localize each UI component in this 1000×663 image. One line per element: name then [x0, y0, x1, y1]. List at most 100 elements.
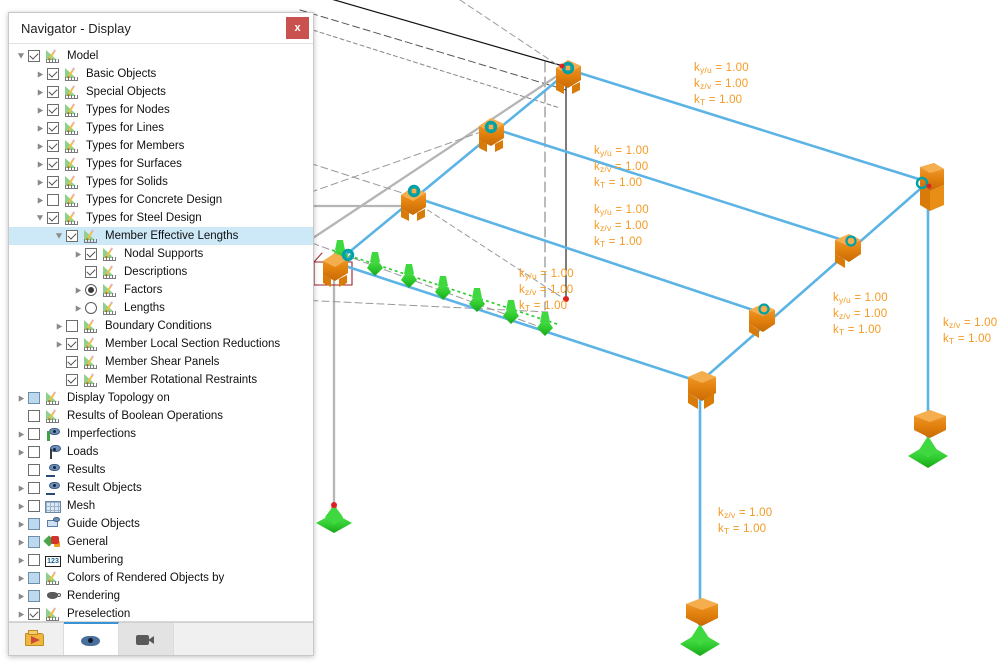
checkbox[interactable]: [28, 392, 40, 404]
tree-item-imperfections[interactable]: ►Imperfections: [9, 425, 313, 443]
chevron-right-icon[interactable]: ►: [72, 299, 85, 317]
chevron-down-icon[interactable]: ►: [34, 209, 47, 227]
checkbox[interactable]: [47, 68, 59, 80]
tree-item-results[interactable]: Results: [9, 461, 313, 479]
checkbox[interactable]: [66, 338, 78, 350]
chevron-right-icon[interactable]: ►: [15, 605, 28, 622]
checkbox[interactable]: [28, 590, 40, 602]
tree-item-descriptions[interactable]: Descriptions: [9, 263, 313, 281]
tree-item-model[interactable]: ►Model: [9, 47, 313, 65]
tree-item-loads[interactable]: ►Loads: [9, 443, 313, 461]
chevron-right-icon[interactable]: ►: [15, 389, 28, 407]
chevron-right-icon[interactable]: ►: [15, 443, 28, 461]
tree-item-types-for-concrete-design[interactable]: ►Types for Concrete Design: [9, 191, 313, 209]
checkbox[interactable]: [28, 446, 40, 458]
chevron-right-icon[interactable]: ►: [72, 281, 85, 299]
tree-item-boundary-conditions[interactable]: ►Boundary Conditions: [9, 317, 313, 335]
chevron-right-icon[interactable]: ►: [34, 191, 47, 209]
chevron-right-icon[interactable]: ►: [53, 317, 66, 335]
chevron-right-icon[interactable]: ►: [34, 155, 47, 173]
chevron-right-icon[interactable]: ►: [15, 533, 28, 551]
tree-item-general[interactable]: ►General: [9, 533, 313, 551]
navigator-tab-strip[interactable]: [9, 622, 313, 655]
chevron-right-icon[interactable]: ►: [15, 515, 28, 533]
tree-item-member-effective-lengths[interactable]: ►Member Effective Lengths: [9, 227, 313, 245]
chevron-right-icon[interactable]: ►: [15, 497, 28, 515]
tree-item-numbering[interactable]: ►123Numbering: [9, 551, 313, 569]
chevron-right-icon[interactable]: ►: [34, 119, 47, 137]
chevron-right-icon[interactable]: ►: [15, 425, 28, 443]
tree-item-preselection[interactable]: ►Preselection: [9, 605, 313, 622]
close-icon[interactable]: x: [286, 17, 309, 39]
chevron-right-icon[interactable]: ►: [15, 569, 28, 587]
chevron-right-icon[interactable]: ►: [34, 83, 47, 101]
tree-item-lengths[interactable]: ►Lengths: [9, 299, 313, 317]
checkbox[interactable]: [47, 140, 59, 152]
radio-button[interactable]: [85, 302, 97, 314]
annotation-subscript: y/u: [600, 148, 612, 158]
checkbox[interactable]: [28, 536, 40, 548]
checkbox[interactable]: [47, 86, 59, 98]
tree-item-member-rotational-restraints[interactable]: Member Rotational Restraints: [9, 371, 313, 389]
chevron-right-icon[interactable]: ►: [34, 173, 47, 191]
chevron-right-icon[interactable]: ►: [15, 479, 28, 497]
tree-item-guide-objects[interactable]: ►Guide Objects: [9, 515, 313, 533]
checkbox[interactable]: [47, 176, 59, 188]
tree-item-types-for-members[interactable]: ►Types for Members: [9, 137, 313, 155]
checkbox[interactable]: [85, 248, 97, 260]
tree-item-result-objects[interactable]: ►Result Objects: [9, 479, 313, 497]
checkbox[interactable]: [28, 464, 40, 476]
radio-button[interactable]: [85, 284, 97, 296]
tree-item-special-objects[interactable]: ►Special Objects: [9, 83, 313, 101]
checkbox[interactable]: [28, 608, 40, 620]
tree-item-types-for-steel-design[interactable]: ►Types for Steel Design: [9, 209, 313, 227]
tree-item-member-shear-panels[interactable]: Member Shear Panels: [9, 353, 313, 371]
tree-item-display-topology-on[interactable]: ►Display Topology on: [9, 389, 313, 407]
checkbox[interactable]: [47, 158, 59, 170]
checkbox[interactable]: [28, 572, 40, 584]
checkbox[interactable]: [47, 104, 59, 116]
checkbox[interactable]: [28, 518, 40, 530]
checkbox[interactable]: [28, 554, 40, 566]
chevron-right-icon[interactable]: ►: [34, 65, 47, 83]
chevron-right-icon[interactable]: ►: [34, 101, 47, 119]
tree-item-basic-objects[interactable]: ►Basic Objects: [9, 65, 313, 83]
navigator-display-dialog[interactable]: Navigator - Display x ►Model►Basic Objec…: [8, 12, 314, 656]
checkbox[interactable]: [66, 356, 78, 368]
checkbox[interactable]: [47, 122, 59, 134]
checkbox[interactable]: [66, 320, 78, 332]
checkbox[interactable]: [47, 212, 59, 224]
tree-item-colors-of-rendered-objects-by[interactable]: ►Colors of Rendered Objects by: [9, 569, 313, 587]
tree-item-member-local-section-reductions[interactable]: ►Member Local Section Reductions: [9, 335, 313, 353]
checkbox[interactable]: [28, 428, 40, 440]
chevron-right-icon[interactable]: ►: [15, 587, 28, 605]
tree-item-factors[interactable]: ►Factors: [9, 281, 313, 299]
tree-item-results-of-boolean-operations[interactable]: Results of Boolean Operations: [9, 407, 313, 425]
checkbox[interactable]: [66, 374, 78, 386]
tree-item-types-for-solids[interactable]: ►Types for Solids: [9, 173, 313, 191]
checkbox[interactable]: [28, 50, 40, 62]
checkbox[interactable]: [85, 266, 97, 278]
tree-item-types-for-lines[interactable]: ►Types for Lines: [9, 119, 313, 137]
tree-item-mesh[interactable]: ►Mesh: [9, 497, 313, 515]
project-navigator-tab[interactable]: [9, 623, 64, 655]
model-icon: [45, 409, 61, 423]
chevron-right-icon[interactable]: ►: [15, 551, 28, 569]
checkbox[interactable]: [28, 500, 40, 512]
tree-item-rendering[interactable]: ►Rendering: [9, 587, 313, 605]
chevron-right-icon[interactable]: ►: [34, 137, 47, 155]
display-navigator-tab[interactable]: [64, 622, 119, 655]
tree-item-nodal-supports[interactable]: ►Nodal Supports: [9, 245, 313, 263]
display-tree[interactable]: ►Model►Basic Objects►Special Objects►Typ…: [9, 44, 313, 622]
checkbox[interactable]: [66, 230, 78, 242]
chevron-right-icon[interactable]: ►: [53, 335, 66, 353]
chevron-down-icon[interactable]: ►: [53, 227, 66, 245]
tree-item-types-for-surfaces[interactable]: ►Types for Surfaces: [9, 155, 313, 173]
tree-item-types-for-nodes[interactable]: ►Types for Nodes: [9, 101, 313, 119]
chevron-right-icon[interactable]: ►: [72, 245, 85, 263]
checkbox[interactable]: [47, 194, 59, 206]
chevron-down-icon[interactable]: ►: [15, 47, 28, 65]
checkbox[interactable]: [28, 482, 40, 494]
views-navigator-tab[interactable]: [119, 623, 174, 655]
checkbox[interactable]: [28, 410, 40, 422]
